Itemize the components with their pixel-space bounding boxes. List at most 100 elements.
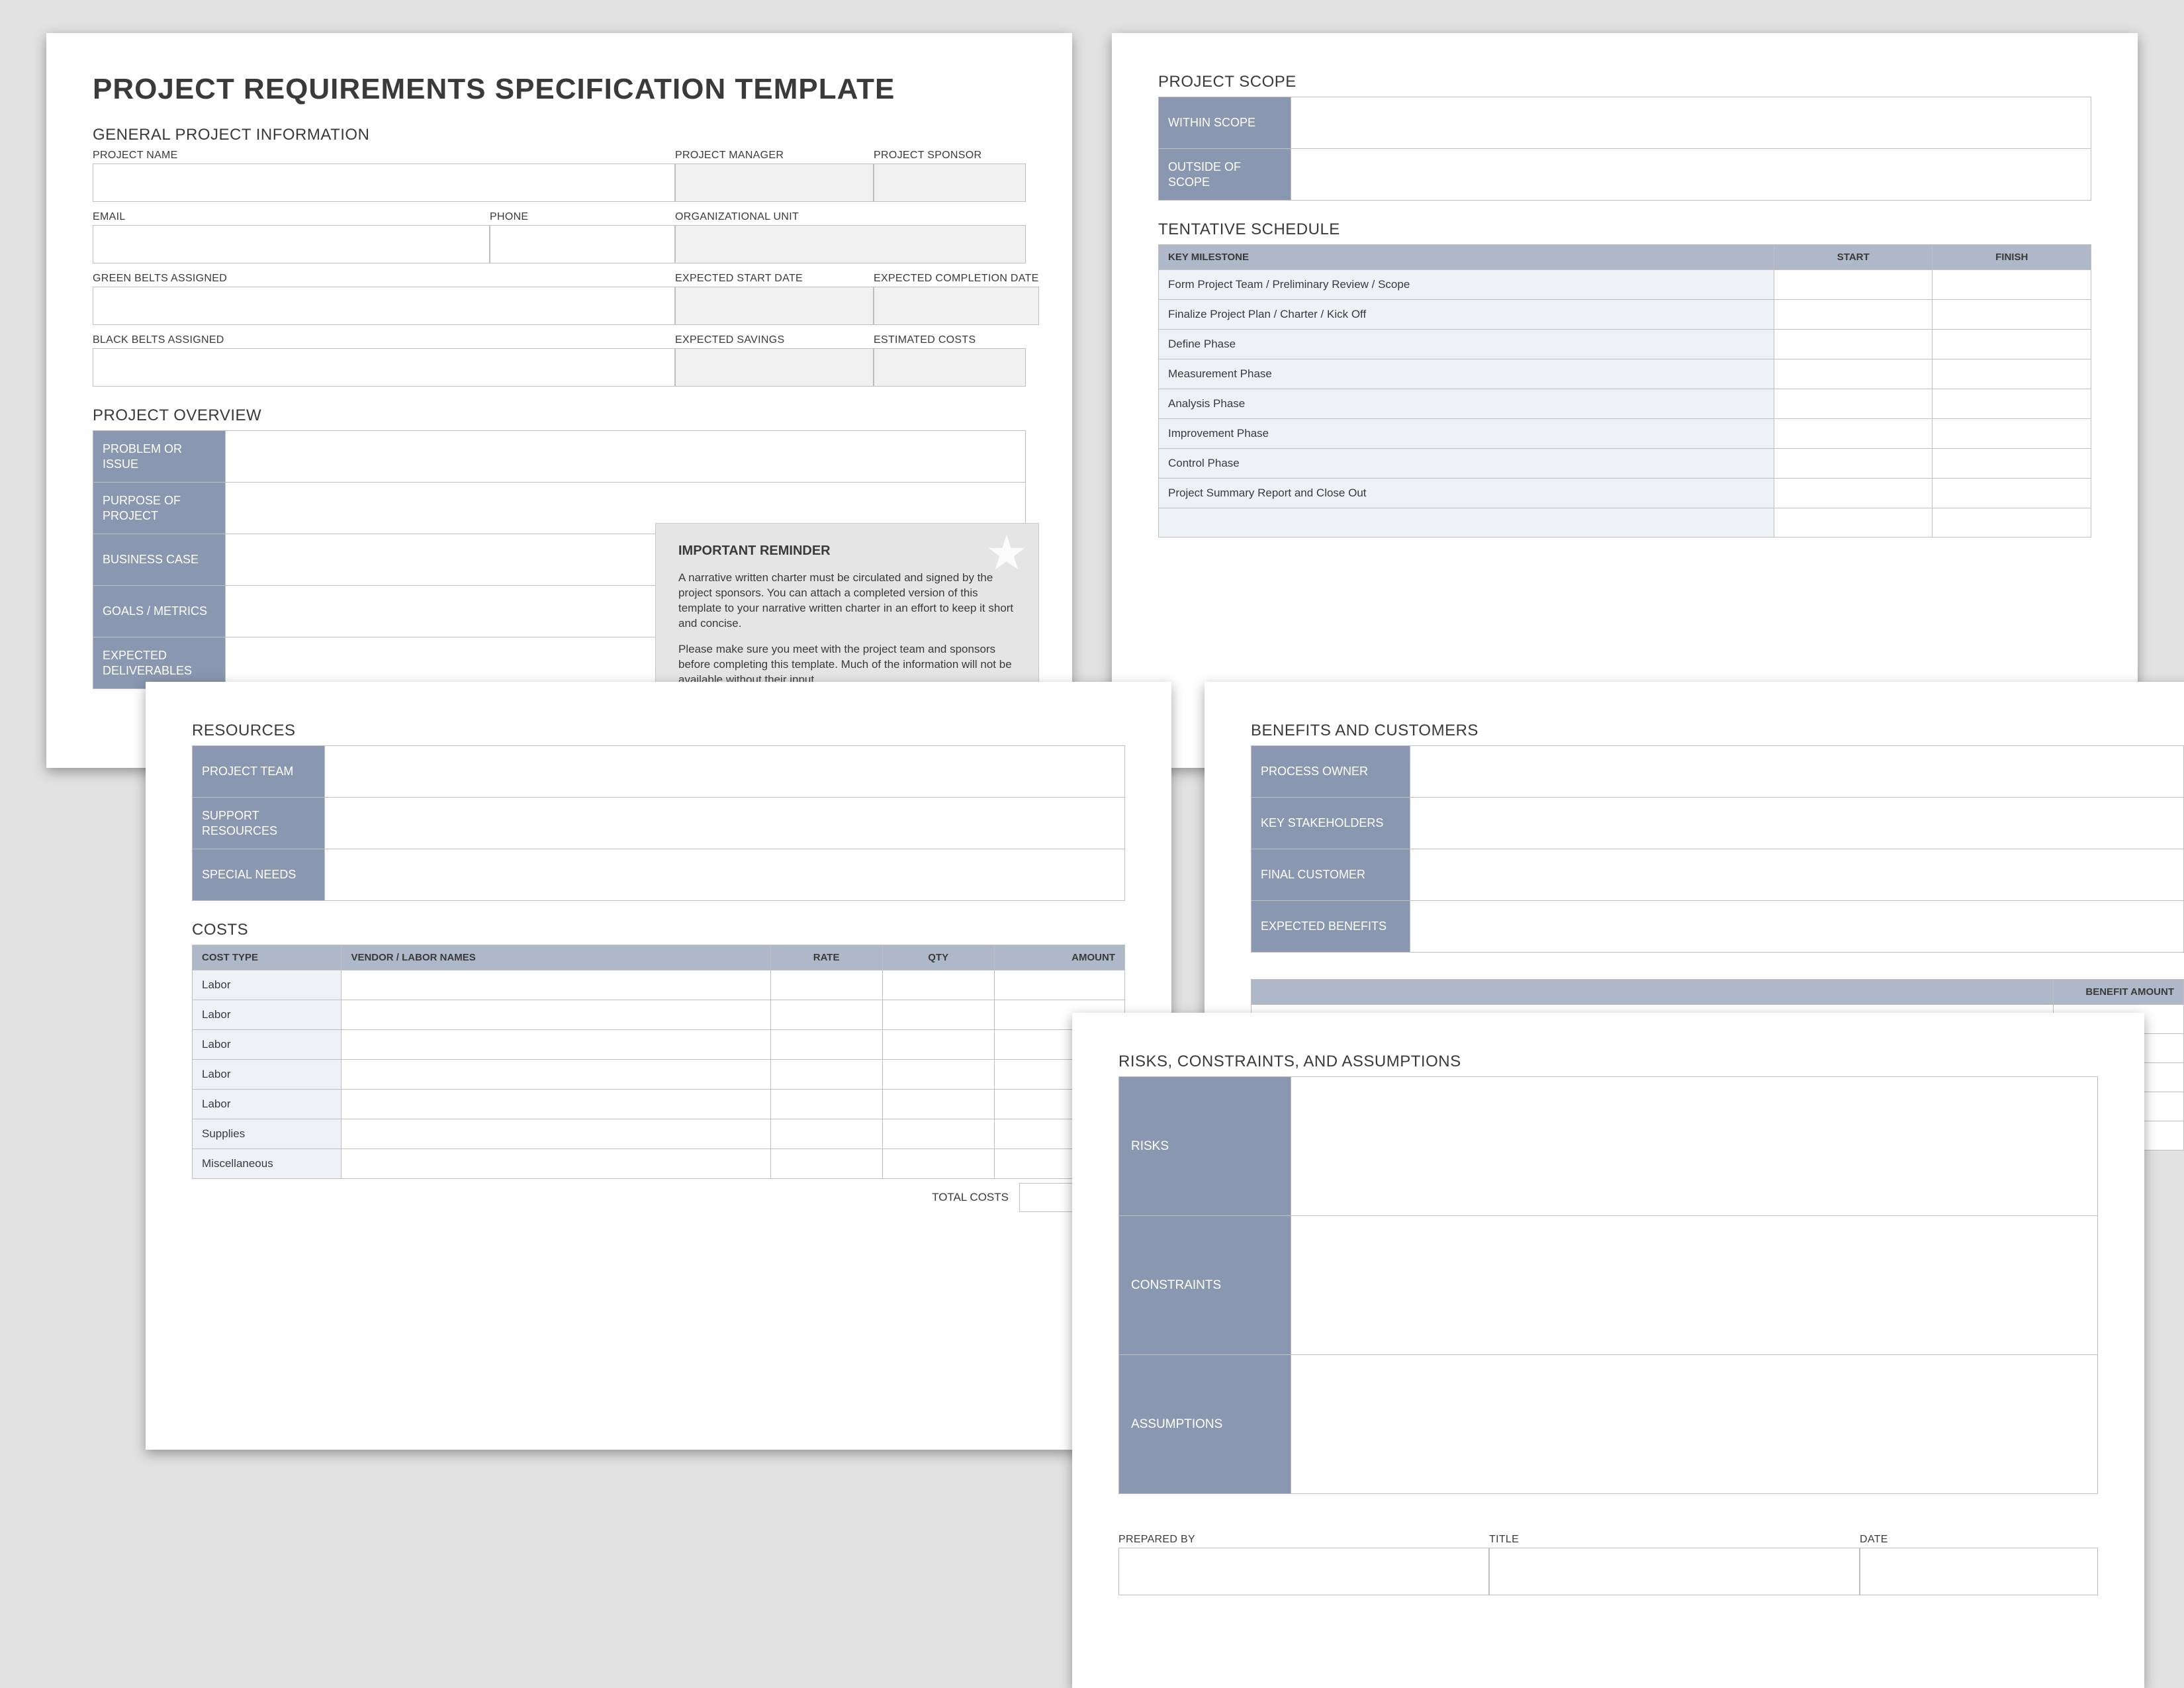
costs-cell-rate[interactable] bbox=[770, 1030, 882, 1060]
costs-cell-vendor[interactable] bbox=[341, 970, 770, 1000]
costs-cell-qty[interactable] bbox=[882, 1149, 994, 1179]
label-prepared-by: PREPARED BY bbox=[1118, 1534, 1489, 1546]
costs-cell-vendor[interactable] bbox=[341, 1149, 770, 1179]
risks-row-value[interactable] bbox=[1291, 1216, 2098, 1355]
overview-row-label: BUSINESS CASE bbox=[93, 534, 226, 586]
resources-row-value[interactable] bbox=[325, 746, 1125, 798]
schedule-cell-milestone[interactable] bbox=[1159, 508, 1774, 538]
costs-cell-qty[interactable] bbox=[882, 1030, 994, 1060]
costs-col-rate: RATE bbox=[770, 945, 882, 970]
schedule-cell-finish[interactable] bbox=[1933, 389, 2091, 419]
schedule-cell-start[interactable] bbox=[1774, 389, 1933, 419]
costs-cell-qty[interactable] bbox=[882, 1060, 994, 1090]
benefits-row-value[interactable] bbox=[1410, 798, 2184, 849]
input-exp-savings[interactable] bbox=[675, 348, 874, 387]
benefits-row-value[interactable] bbox=[1410, 901, 2184, 953]
resources-row-value[interactable] bbox=[325, 798, 1125, 849]
schedule-cell-finish[interactable] bbox=[1933, 449, 2091, 479]
input-project-manager[interactable] bbox=[675, 164, 874, 202]
schedule-cell-start[interactable] bbox=[1774, 449, 1933, 479]
schedule-cell-start[interactable] bbox=[1774, 300, 1933, 330]
input-project-sponsor[interactable] bbox=[874, 164, 1026, 202]
schedule-cell-finish[interactable] bbox=[1933, 300, 2091, 330]
label-phone: PHONE bbox=[490, 211, 675, 223]
page-resources-costs: RESOURCES PROJECT TEAM SUPPORT RESOURCES… bbox=[146, 682, 1171, 1450]
costs-cell-type: Labor bbox=[193, 1030, 341, 1060]
input-green-belts[interactable] bbox=[93, 287, 675, 325]
label-est-costs: ESTIMATED COSTS bbox=[874, 334, 1026, 346]
costs-cell-rate[interactable] bbox=[770, 970, 882, 1000]
benefits-row-value[interactable] bbox=[1410, 849, 2184, 901]
schedule-cell-finish[interactable] bbox=[1933, 419, 2091, 449]
schedule-cell-milestone: Analysis Phase bbox=[1159, 389, 1774, 419]
schedule-cell-finish[interactable] bbox=[1933, 330, 2091, 359]
scope-row-value[interactable] bbox=[1291, 149, 2091, 201]
schedule-cell-milestone: Improvement Phase bbox=[1159, 419, 1774, 449]
schedule-cell-finish[interactable] bbox=[1933, 479, 2091, 508]
costs-cell-vendor[interactable] bbox=[341, 1060, 770, 1090]
input-prepared-by[interactable] bbox=[1118, 1548, 1489, 1595]
schedule-cell-start[interactable] bbox=[1774, 359, 1933, 389]
costs-cell-amt[interactable] bbox=[994, 970, 1124, 1000]
schedule-cell-milestone: Control Phase bbox=[1159, 449, 1774, 479]
schedule-cell-milestone: Form Project Team / Preliminary Review /… bbox=[1159, 270, 1774, 300]
schedule-cell-milestone: Project Summary Report and Close Out bbox=[1159, 479, 1774, 508]
input-phone[interactable] bbox=[490, 225, 675, 263]
section-resources: RESOURCES bbox=[192, 722, 1125, 740]
input-project-name[interactable] bbox=[93, 164, 675, 202]
costs-cell-rate[interactable] bbox=[770, 1119, 882, 1149]
risks-row-label: RISKS bbox=[1119, 1077, 1291, 1216]
page-scope-schedule: PROJECT SCOPE WITHIN SCOPE OUTSIDE OF SC… bbox=[1112, 33, 2138, 768]
costs-cell-vendor[interactable] bbox=[341, 1000, 770, 1030]
benefits-row-value[interactable] bbox=[1410, 746, 2184, 798]
costs-cell-rate[interactable] bbox=[770, 1090, 882, 1119]
benefits-row-label: FINAL CUSTOMER bbox=[1251, 849, 1410, 901]
input-black-belts[interactable] bbox=[93, 348, 675, 387]
section-costs: COSTS bbox=[192, 921, 1125, 939]
costs-col-type: COST TYPE bbox=[193, 945, 341, 970]
costs-cell-rate[interactable] bbox=[770, 1000, 882, 1030]
row-greenbelts-dates: GREEN BELTS ASSIGNED EXPECTED START DATE… bbox=[93, 273, 1026, 325]
schedule-cell-start[interactable] bbox=[1774, 508, 1933, 538]
costs-cell-type: Supplies bbox=[193, 1119, 341, 1149]
costs-col-amt: AMOUNT bbox=[994, 945, 1124, 970]
schedule-cell-finish[interactable] bbox=[1933, 270, 2091, 300]
label-date: DATE bbox=[1860, 1534, 2098, 1546]
input-email[interactable] bbox=[93, 225, 490, 263]
schedule-cell-start[interactable] bbox=[1774, 419, 1933, 449]
page-benefits-customers: BENEFITS AND CUSTOMERS PROCESS OWNER KEY… bbox=[1205, 682, 2184, 1053]
label-title: TITLE bbox=[1489, 1534, 1860, 1546]
schedule-col-milestone: KEY MILESTONE bbox=[1159, 245, 1774, 270]
input-date[interactable] bbox=[1860, 1548, 2098, 1595]
costs-cell-vendor[interactable] bbox=[341, 1119, 770, 1149]
input-est-costs[interactable] bbox=[874, 348, 1026, 387]
costs-cell-qty[interactable] bbox=[882, 1090, 994, 1119]
input-title[interactable] bbox=[1489, 1548, 1860, 1595]
schedule-cell-finish[interactable] bbox=[1933, 359, 2091, 389]
input-exp-completion[interactable] bbox=[874, 287, 1039, 325]
benefits-row-label: EXPECTED BENEFITS bbox=[1251, 901, 1410, 953]
schedule-cell-start[interactable] bbox=[1774, 330, 1933, 359]
schedule-cell-start[interactable] bbox=[1774, 479, 1933, 508]
costs-cell-rate[interactable] bbox=[770, 1149, 882, 1179]
resources-row-value[interactable] bbox=[325, 849, 1125, 901]
risks-row-value[interactable] bbox=[1291, 1077, 2098, 1216]
costs-cell-qty[interactable] bbox=[882, 1000, 994, 1030]
costs-cell-vendor[interactable] bbox=[341, 1030, 770, 1060]
input-org-unit[interactable] bbox=[675, 225, 1026, 263]
costs-cell-type: Labor bbox=[193, 1060, 341, 1090]
overview-row-value[interactable] bbox=[226, 431, 1026, 483]
schedule-cell-start[interactable] bbox=[1774, 270, 1933, 300]
costs-cell-qty[interactable] bbox=[882, 970, 994, 1000]
costs-cell-qty[interactable] bbox=[882, 1119, 994, 1149]
costs-col-vendor: VENDOR / LABOR NAMES bbox=[341, 945, 770, 970]
risks-row-value[interactable] bbox=[1291, 1355, 2098, 1494]
input-exp-start[interactable] bbox=[675, 287, 874, 325]
section-scope: PROJECT SCOPE bbox=[1158, 73, 2091, 91]
costs-cell-vendor[interactable] bbox=[341, 1090, 770, 1119]
section-overview: PROJECT OVERVIEW bbox=[93, 406, 1026, 425]
schedule-cell-finish[interactable] bbox=[1933, 508, 2091, 538]
costs-cell-rate[interactable] bbox=[770, 1060, 882, 1090]
scope-row-value[interactable] bbox=[1291, 97, 2091, 149]
costs-total-label: TOTAL COSTS bbox=[932, 1191, 1009, 1204]
